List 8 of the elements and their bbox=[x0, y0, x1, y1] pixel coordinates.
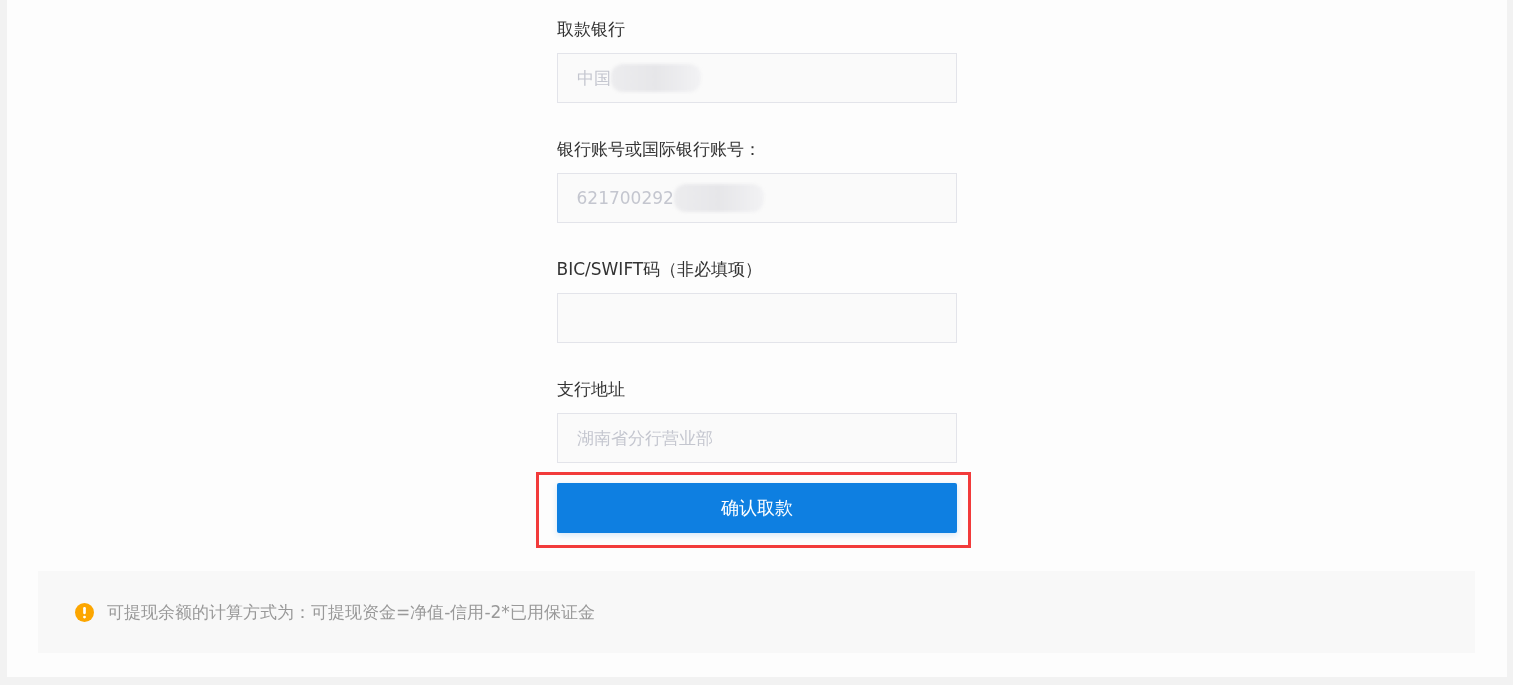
field-label: 银行账号或国际银行账号： bbox=[556, 138, 762, 161]
field-label: BIC/SWIFT码（非必填项） bbox=[556, 258, 764, 281]
field-label: 支行地址 bbox=[556, 378, 626, 401]
confirm-withdraw-button[interactable]: 确认取款 bbox=[556, 483, 957, 533]
exclamation-icon bbox=[75, 602, 94, 622]
input-field[interactable] bbox=[556, 293, 957, 343]
field-label: 取款银行 bbox=[556, 18, 626, 41]
notice-text: 可提现余额的计算方式为：可提现资金=净值-信用-2*已用保证金 bbox=[107, 600, 595, 624]
